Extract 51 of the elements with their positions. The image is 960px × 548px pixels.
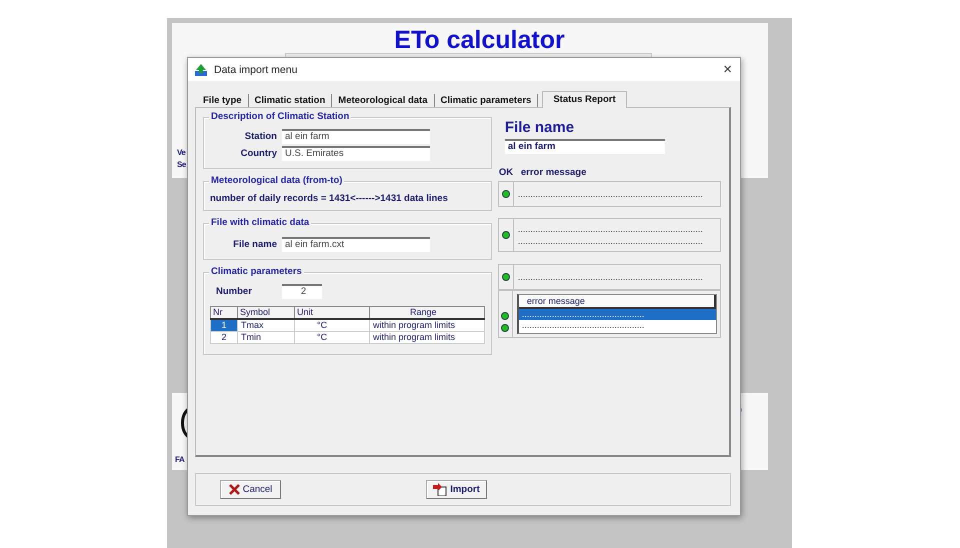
group-title: Meteorological data (from-to)	[209, 175, 344, 187]
table-cell: Tmin	[238, 332, 294, 344]
cancel-button[interactable]: Cancel	[220, 480, 281, 499]
group-title: Description of Climatic Station	[209, 111, 352, 123]
tab[interactable]: Meteorological data	[332, 94, 435, 107]
table-cell: °C	[294, 332, 370, 344]
message-line: ..........................................................................	[518, 223, 704, 235]
column-header: Nr	[210, 306, 238, 319]
label-fragment: Ve	[177, 148, 186, 157]
section-heading: File name	[504, 119, 576, 137]
list-item[interactable]: .................................................	[518, 320, 716, 331]
window-title: Data import menu	[214, 64, 298, 76]
tab[interactable]: Status Report	[542, 91, 627, 108]
message-line: ..........................................................................	[518, 271, 704, 283]
table-cell: 2	[210, 332, 238, 344]
tab[interactable]: Climatic parameters	[434, 94, 538, 107]
input-field[interactable]: U.S. Emirates	[282, 146, 430, 161]
tab[interactable]: File type	[197, 94, 249, 107]
input-field[interactable]: al ein farm	[282, 129, 430, 144]
upload-icon	[194, 62, 208, 76]
input-field[interactable]: al ein farm.cxt	[282, 237, 430, 252]
app-title: ETo calculator	[393, 26, 566, 54]
table-cell: 1	[210, 319, 238, 332]
document-arrow-icon	[433, 483, 448, 496]
column-header: Range	[370, 306, 484, 319]
field-label: Number	[215, 286, 253, 297]
table-cell: within program limits	[370, 332, 484, 344]
tab[interactable]: Climatic station	[248, 94, 332, 107]
close-icon	[228, 484, 240, 495]
close-icon[interactable]: ×	[723, 62, 732, 77]
input-field[interactable]: al ein farm	[504, 139, 665, 154]
column-header: Symbol	[238, 306, 294, 319]
field-label: File name	[232, 239, 277, 250]
import-button[interactable]: Import	[426, 480, 487, 499]
label-fragment: FA	[175, 455, 184, 464]
table-cell: °C	[294, 319, 370, 332]
record-count-text: number of daily records = 1431<------>1431 data lines	[210, 192, 449, 205]
input-field[interactable]: 2	[282, 284, 322, 299]
column-header: Unit	[294, 306, 370, 319]
column-header: OK	[498, 167, 514, 179]
group-title: Climatic parameters	[209, 266, 304, 278]
column-header: error message	[518, 295, 716, 309]
label-fragment: Se	[177, 160, 186, 169]
field-label: Station	[244, 131, 277, 142]
table-cell: Tmax	[238, 319, 294, 332]
list-item[interactable]: .................................................	[518, 309, 716, 320]
message-line: ..........................................................................	[518, 235, 704, 247]
field-label: Country	[240, 148, 277, 159]
column-header: error message	[520, 167, 586, 179]
table-cell: within program limits	[370, 319, 484, 332]
message-line: ..........................................................................	[518, 188, 704, 200]
